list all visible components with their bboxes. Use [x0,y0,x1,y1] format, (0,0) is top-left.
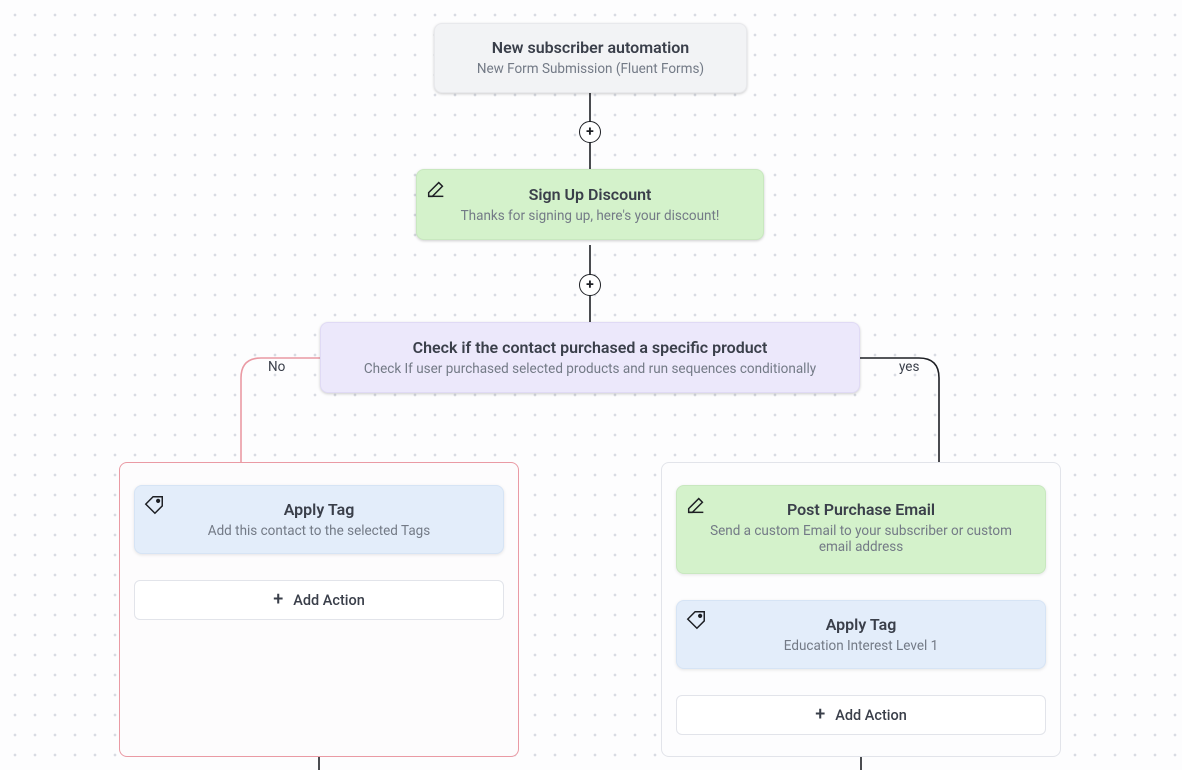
trigger-node[interactable]: New subscriber automation New Form Submi… [434,23,747,93]
email-subtitle: Thanks for signing up, here's your disco… [445,208,735,224]
tag-icon [143,494,165,516]
conditional-node[interactable]: Check if the contact purchased a specifi… [320,322,860,393]
email-node-signup-discount[interactable]: Sign Up Discount Thanks for signing up, … [416,169,764,240]
card-title: Post Purchase Email [705,500,1017,519]
plus-icon: + [273,591,283,609]
trigger-title: New subscriber automation [459,38,722,57]
automation-canvas[interactable]: New subscriber automation New Form Submi… [0,0,1182,770]
conditional-subtitle: Check If user purchased selected product… [349,361,831,377]
conditional-title: Check if the contact purchased a specifi… [349,338,831,357]
card-subtitle: Education Interest Level 1 [705,638,1017,654]
branch-label-no: No [268,359,285,375]
tag-icon [685,609,707,631]
card-subtitle: Add this contact to the selected Tags [163,523,475,539]
compose-email-icon [685,494,707,516]
add-action-button-yes[interactable]: + Add Action [676,695,1046,735]
compose-email-icon [425,178,447,200]
add-action-button-no[interactable]: + Add Action [134,580,504,620]
add-action-label: Add Action [835,707,907,724]
branch-column-no[interactable]: Apply Tag Add this contact to the select… [119,462,519,757]
branch-label-yes: yes [899,359,919,375]
card-subtitle: Send a custom Email to your subscriber o… [705,523,1017,555]
plus-icon: + [815,706,825,724]
add-action-label: Add Action [293,592,365,609]
trigger-subtitle: New Form Submission (Fluent Forms) [459,61,722,77]
card-title: Apply Tag [163,500,475,519]
email-title: Sign Up Discount [445,185,735,204]
add-step-button-1[interactable]: + [579,121,601,143]
branch-column-yes[interactable]: Post Purchase Email Send a custom Email … [661,462,1061,757]
add-step-button-2[interactable]: + [579,274,601,296]
action-node-apply-tag-no[interactable]: Apply Tag Add this contact to the select… [134,485,504,554]
action-node-post-purchase-email[interactable]: Post Purchase Email Send a custom Email … [676,485,1046,574]
card-title: Apply Tag [705,615,1017,634]
action-node-apply-tag-yes[interactable]: Apply Tag Education Interest Level 1 [676,600,1046,669]
